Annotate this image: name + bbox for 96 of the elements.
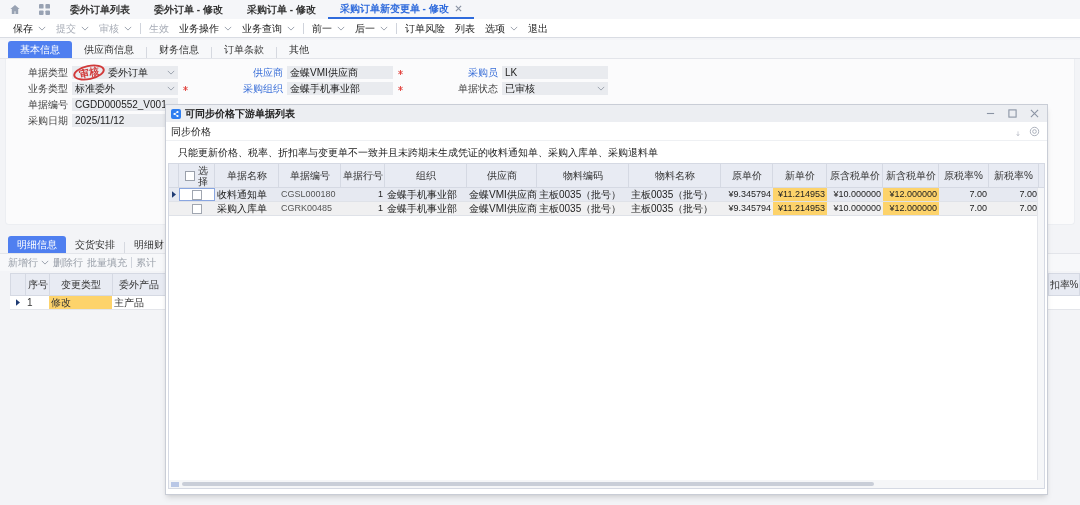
toolbar-button[interactable]: 前一 (307, 19, 350, 37)
table-cell: ¥12.000000 (883, 202, 939, 215)
maximize-icon[interactable] (1008, 109, 1017, 118)
input-field[interactable]: 审核 委外订单 (72, 66, 178, 79)
nav-tab[interactable]: 委外订单列表 (58, 0, 142, 19)
close-icon[interactable] (1030, 109, 1039, 118)
column-header: 原税率% (939, 164, 989, 187)
field-label: 单据状态 (457, 82, 499, 96)
checkbox[interactable] (192, 203, 202, 214)
table-cell-text: 金蝶手机事业部 (386, 188, 458, 201)
column-header: 原单价 (721, 164, 773, 187)
nav-tab[interactable]: 委外订单 - 修改 (142, 0, 235, 19)
close-icon[interactable] (454, 5, 462, 12)
table-cell: ¥12.000000 (883, 188, 939, 201)
table-cell-text: 主板0035（批号） (630, 202, 715, 215)
tab[interactable]: 其他 (277, 41, 321, 58)
table-cell-text: 1 (377, 188, 384, 201)
toolbar-button[interactable]: 业务操作 (174, 19, 237, 37)
column-header: 物料名称 (629, 164, 721, 187)
table-cell-text: ¥10.000000 (832, 188, 882, 201)
table-cell-text: 主板0035（批号） (538, 188, 623, 201)
input-field[interactable]: 已审核 (502, 82, 608, 95)
table-cell-text: 主产品 (113, 296, 145, 309)
table-cell-text: CGRK00485 (280, 202, 334, 215)
table-cell-text: CGSL000180 (280, 188, 337, 201)
settings-icon[interactable] (1029, 125, 1040, 137)
input-field[interactable]: 金蝶手机事业部 (287, 82, 393, 95)
table-cell-text: 金蝶VMI供应商 (468, 202, 537, 215)
table-cell-text: 主板0035（批号） (630, 188, 715, 201)
table-cell-text: 采购入库单 (216, 202, 268, 215)
table-cell-text: 1 (26, 296, 34, 309)
share-icon (171, 108, 181, 119)
row-pointer-icon (172, 191, 176, 198)
field-label-link[interactable]: 采购员 (436, 65, 502, 80)
column-header: 新税率% (989, 164, 1039, 187)
vertical-scrollbar[interactable] (1037, 188, 1044, 480)
input-field[interactable]: 金蝶VMI供应商 (287, 66, 393, 79)
table-cell-text: 7.00 (968, 202, 988, 215)
tab[interactable]: 订单条款 (212, 41, 276, 58)
table-cell-text: 金蝶手机事业部 (386, 202, 458, 215)
field-label: 业务类型 (27, 82, 69, 96)
table-cell-text: 1 (377, 202, 384, 215)
table-cell-text: 7.00 (1018, 202, 1038, 215)
checkbox[interactable] (185, 170, 195, 181)
scroll-button[interactable] (171, 481, 179, 487)
input-field[interactable]: LK (502, 66, 608, 79)
tab[interactable]: 基本信息 (8, 41, 72, 58)
input-field[interactable]: 标准委外 (72, 82, 178, 95)
column-header: 新含税单价 (883, 164, 939, 187)
column-header: 单据名称 (215, 164, 279, 187)
apps-icon[interactable] (39, 4, 50, 15)
scrollbar-thumb[interactable] (182, 482, 874, 486)
column-header: 序号 (26, 274, 50, 295)
table-cell: ¥11.214953 (773, 202, 827, 215)
table-cell-text: 主板0035（批号） (538, 202, 623, 215)
column-header: 供应商 (467, 164, 537, 187)
table-cell-text: 7.00 (968, 188, 988, 201)
field-label-link[interactable]: 采购组织 (221, 81, 287, 96)
field-label: 采购日期 (27, 114, 69, 128)
table-cell-text: 收料通知单 (216, 188, 268, 201)
home-icon[interactable] (9, 4, 21, 15)
column-header: 新单价 (773, 164, 827, 187)
tab[interactable]: 交货安排 (66, 236, 124, 253)
table-cell-text: 7.00 (1018, 188, 1038, 201)
note-text: 只能更新价格、税率、折扣率与变更单不一致并且未跨期未生成凭证的收料通知单、采购入库单、采购退料单 (177, 145, 659, 160)
table-cell: ¥11.214953 (773, 188, 827, 201)
toolbar-button[interactable]: 列表 (450, 19, 480, 37)
column-header: 单据编号 (279, 164, 341, 187)
column-header: 单据行号 (341, 164, 385, 187)
toolbar-button[interactable]: 订单风险 (400, 19, 450, 37)
toolbar-button[interactable]: 保存 (8, 19, 51, 37)
table-cell-text: 金蝶VMI供应商 (468, 188, 537, 201)
toolbar-button[interactable]: 退出 (523, 19, 553, 37)
table-cell-text: ¥10.000000 (832, 202, 882, 215)
field-label: 单据类型 (27, 66, 69, 80)
field-label-link[interactable]: 供应商 (221, 65, 287, 80)
column-header: 选择 (198, 164, 208, 187)
table-cell-text: ¥9.345794 (727, 188, 772, 201)
toolbar-button[interactable]: 业务查询 (237, 19, 300, 37)
section-title: 同步价格 (171, 124, 212, 139)
tab[interactable]: 财务信息 (147, 41, 211, 58)
nav-tab[interactable]: 采购订单 - 修改 (234, 0, 328, 19)
table-cell: 修改 (49, 296, 112, 309)
input-field[interactable]: CGDD000552_V001 (72, 98, 178, 111)
toolbar-button[interactable]: 选项 (480, 19, 523, 37)
table-cell-text: ¥9.345794 (727, 202, 772, 215)
toolbar-button[interactable]: 后一 (350, 19, 393, 37)
column-header: 物料编码 (537, 164, 629, 187)
tab[interactable]: 供应商信息 (72, 41, 146, 58)
tab[interactable]: 明细信息 (8, 236, 66, 253)
column-header: 变更类型 (50, 274, 113, 295)
dialog-title: 可同步价格下游单据列表 (185, 107, 296, 121)
checkbox[interactable] (192, 189, 202, 200)
column-header: 组织 (385, 164, 467, 187)
field-label: 单据编号 (27, 98, 69, 112)
column-header: 原含税单价 (827, 164, 883, 187)
